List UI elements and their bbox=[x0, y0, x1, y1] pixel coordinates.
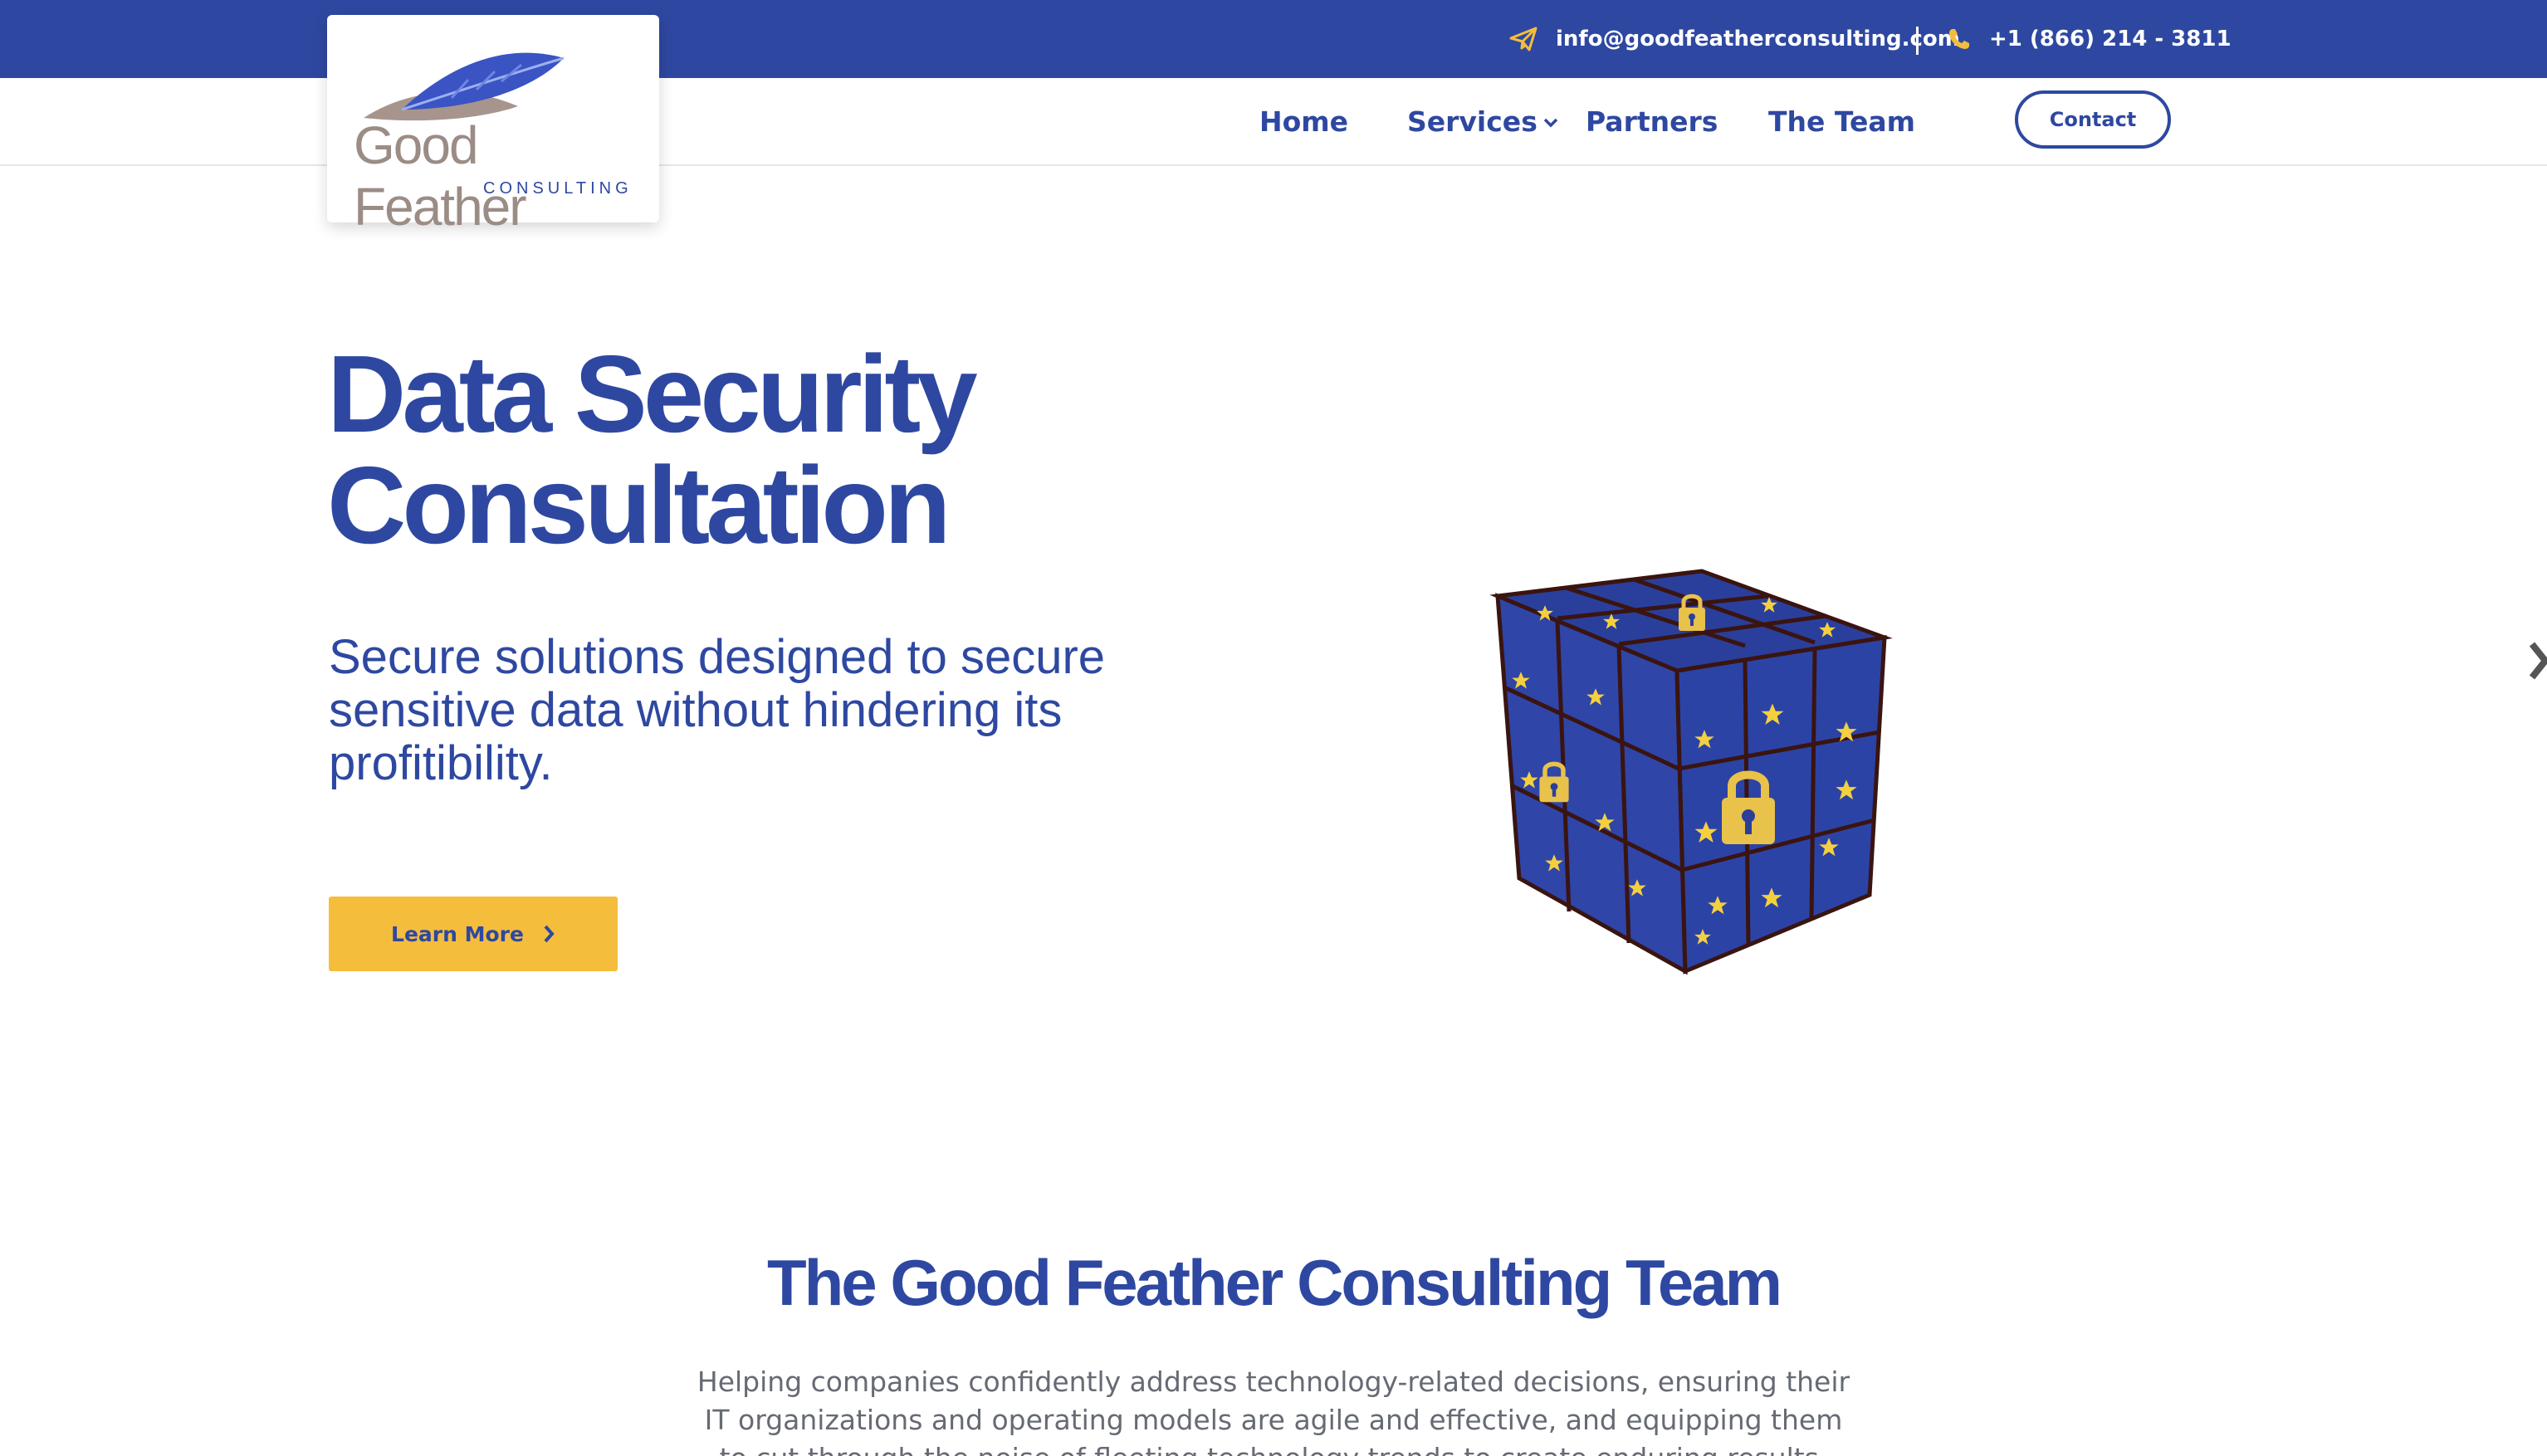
logo-tagline: CONSULTING bbox=[483, 179, 633, 198]
learn-more-label: Learn More bbox=[391, 921, 524, 946]
email-text: info@goodfeatherconsulting.com bbox=[1556, 27, 1960, 51]
email-link[interactable]: info@goodfeatherconsulting.com bbox=[1509, 0, 1960, 78]
chevron-right-icon[interactable] bbox=[2527, 638, 2547, 684]
topbar-divider bbox=[1916, 27, 1919, 55]
team-section-text: Helping companies confidently address te… bbox=[697, 1366, 1850, 1456]
nav-home[interactable]: Home bbox=[1259, 78, 1348, 164]
hero-title: Data Security Consultation bbox=[327, 339, 1157, 561]
chevron-down-icon bbox=[1543, 118, 1558, 128]
hero-subtitle: Secure solutions designed to secure sens… bbox=[329, 630, 1106, 790]
chevron-right-icon bbox=[544, 925, 555, 943]
contact-button[interactable]: Contact bbox=[2015, 90, 2171, 149]
hero-title-line1: Data Security bbox=[327, 333, 978, 455]
phone-text: +1 (866) 214 - 3811 bbox=[1989, 27, 2232, 51]
hero-title-line2: Consultation bbox=[327, 444, 951, 566]
phone-link[interactable]: +1 (866) 214 - 3811 bbox=[1948, 0, 2232, 78]
paper-plane-icon bbox=[1509, 27, 1537, 51]
team-section-title: The Good Feather Consulting Team bbox=[767, 1246, 1782, 1319]
nav-services[interactable]: Services bbox=[1407, 78, 1559, 164]
nav-services-label: Services bbox=[1407, 105, 1537, 138]
nav-partners[interactable]: Partners bbox=[1586, 78, 1718, 164]
logo-wordmark: Good Feather bbox=[354, 115, 527, 237]
site-logo[interactable]: Good Feather CONSULTING bbox=[327, 15, 659, 237]
phone-icon bbox=[1949, 29, 1969, 49]
learn-more-button[interactable]: Learn More bbox=[329, 897, 618, 971]
nav-the-team[interactable]: The Team bbox=[1768, 78, 1915, 164]
padlock-cube-icon bbox=[1489, 569, 1893, 975]
